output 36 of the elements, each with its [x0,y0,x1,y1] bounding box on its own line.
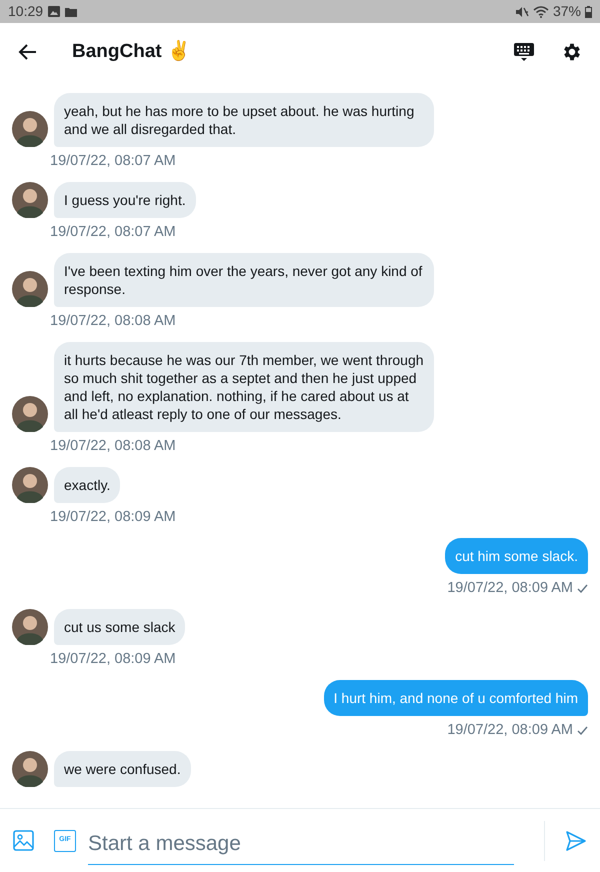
battery-percent: 37% [552,2,581,21]
message-bubble: exactly. [54,467,120,503]
message-bubble: I guess you're right. [54,182,196,218]
message-bubble: yeah, but he has more to be upset about. he was hurting and we all disregarded that. [54,93,434,147]
avatar-icon [12,751,48,787]
battery-icon [585,6,592,18]
avatar-icon [12,111,48,147]
message-bubble: I've been texting him over the years, never got any kind of response. [54,253,434,307]
message-bubble: cut us some slack [54,609,186,645]
message-bubble: cut him some slack. [445,538,588,574]
wifi-icon [532,6,549,18]
avatar-icon [12,396,48,432]
message-timestamp: 19/07/22, 08:08 AM [49,312,177,330]
avatar-icon [12,609,48,645]
message-bubble: it hurts because he was our 7th member, we went through so much shit together as a septet and then he just upped and left, no explanation. nothing, if he cared about us at all he'd atleast reply to one of our messages. [54,342,434,432]
message-input[interactable]: Start a message [88,824,514,864]
folder-icon [65,6,78,16]
message-timestamp: 19/07/22, 08:07 AM [49,152,177,170]
message-bubble: I hurt him, and none of u comforted him [324,680,588,716]
avatar-icon [12,182,48,218]
message-timestamp: 19/07/22, 08:09 AM [49,508,177,526]
avatar-icon [12,467,48,503]
mute-icon [514,6,529,18]
message-timestamp: 19/07/22, 08:09 AM [447,579,573,597]
image-button[interactable] [12,830,34,852]
avatar-icon [12,271,48,307]
message-timestamp: 19/07/22, 08:07 AM [49,223,177,241]
keyboard-button[interactable] [512,40,536,64]
status-time: 10:29 [8,2,44,21]
message-timestamp: 19/07/22, 08:09 AM [447,721,573,739]
message-bubble: we were confused. [54,751,191,787]
image-icon [48,6,60,17]
send-button[interactable] [564,828,588,852]
message-timestamp: 19/07/22, 08:09 AM [49,650,177,668]
message-timestamp: 19/07/22, 08:08 AM [49,437,177,455]
chat-title: BangChat ✌ [72,39,191,64]
